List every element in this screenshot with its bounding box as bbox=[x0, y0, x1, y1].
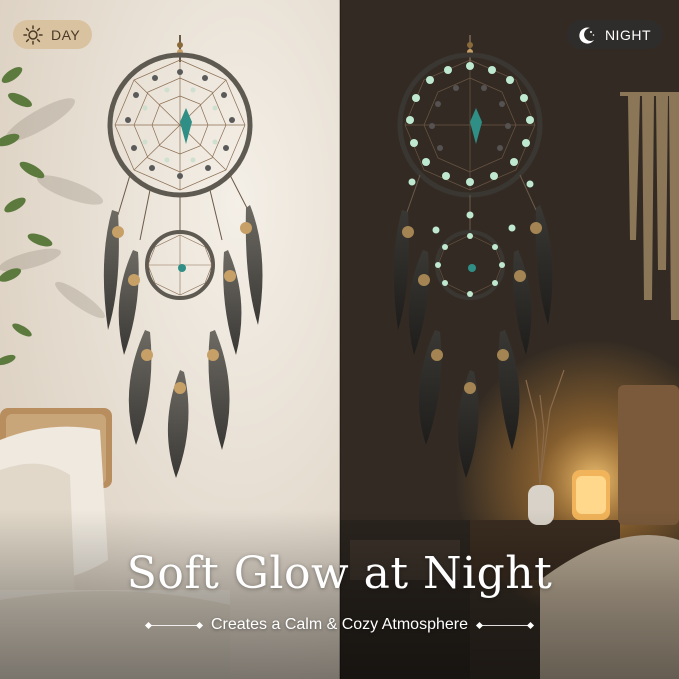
night-badge: NIGHT bbox=[566, 20, 663, 49]
night-headboard bbox=[618, 385, 679, 525]
sun-icon bbox=[23, 24, 43, 45]
day-badge-label: DAY bbox=[51, 26, 81, 43]
subline: Creates a Calm & Cozy Atmosphere bbox=[0, 616, 679, 634]
decorative-rule-left bbox=[149, 624, 199, 626]
subline-text: Creates a Calm & Cozy Atmosphere bbox=[211, 616, 468, 633]
headline: Soft Glow at Night bbox=[126, 548, 553, 599]
night-badge-label: NIGHT bbox=[604, 26, 651, 43]
decorative-rule-right bbox=[480, 624, 530, 626]
day-badge: DAY bbox=[13, 20, 93, 49]
moon-stars-icon bbox=[577, 25, 597, 45]
product-image: DAY NIGHT Soft Glow at Night Creates a C… bbox=[0, 0, 679, 679]
